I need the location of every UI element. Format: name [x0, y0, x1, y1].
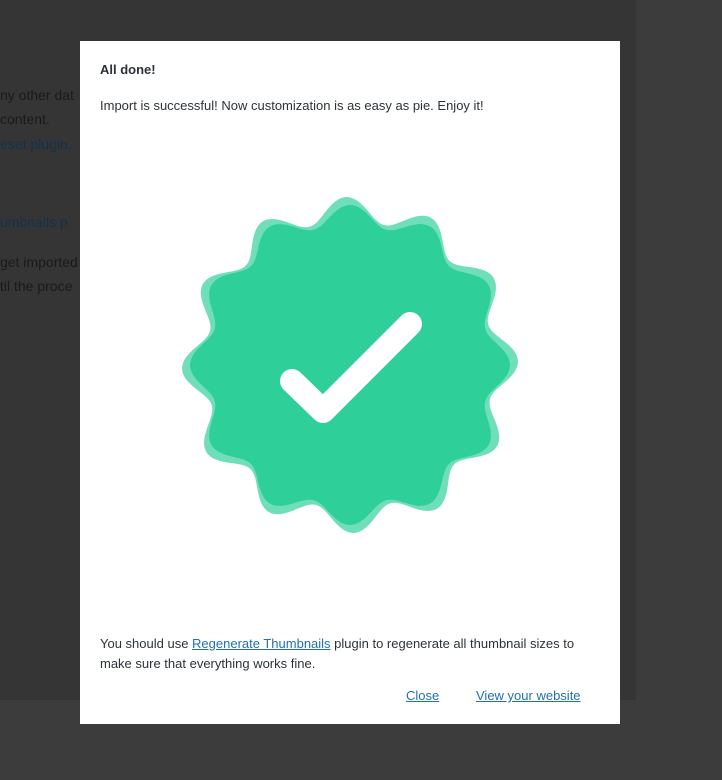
view-website-link[interactable]: View your website: [476, 688, 581, 703]
note-prefix: You should use: [100, 636, 193, 651]
check-badge-icon: [182, 197, 518, 533]
success-message: Import is successful! Now customization …: [100, 98, 484, 113]
badge-front-shape: [190, 205, 510, 525]
regenerate-note: You should use Regenerate Thumbnails plu…: [100, 634, 590, 674]
background-text: ny other dat: [0, 87, 74, 103]
background-text: content.: [0, 111, 50, 127]
regenerate-thumbnails-link[interactable]: Regenerate Thumbnails: [192, 636, 331, 651]
background-text: til the proce: [0, 278, 73, 294]
close-link[interactable]: Close: [406, 688, 439, 703]
background-link: eset plugin.: [0, 136, 72, 152]
background-text: get imported: [0, 254, 78, 270]
import-complete-dialog: All done! Import is successful! Now cust…: [80, 41, 620, 724]
background-link: umbnails p: [0, 214, 68, 230]
dialog-title: All done!: [100, 62, 156, 77]
